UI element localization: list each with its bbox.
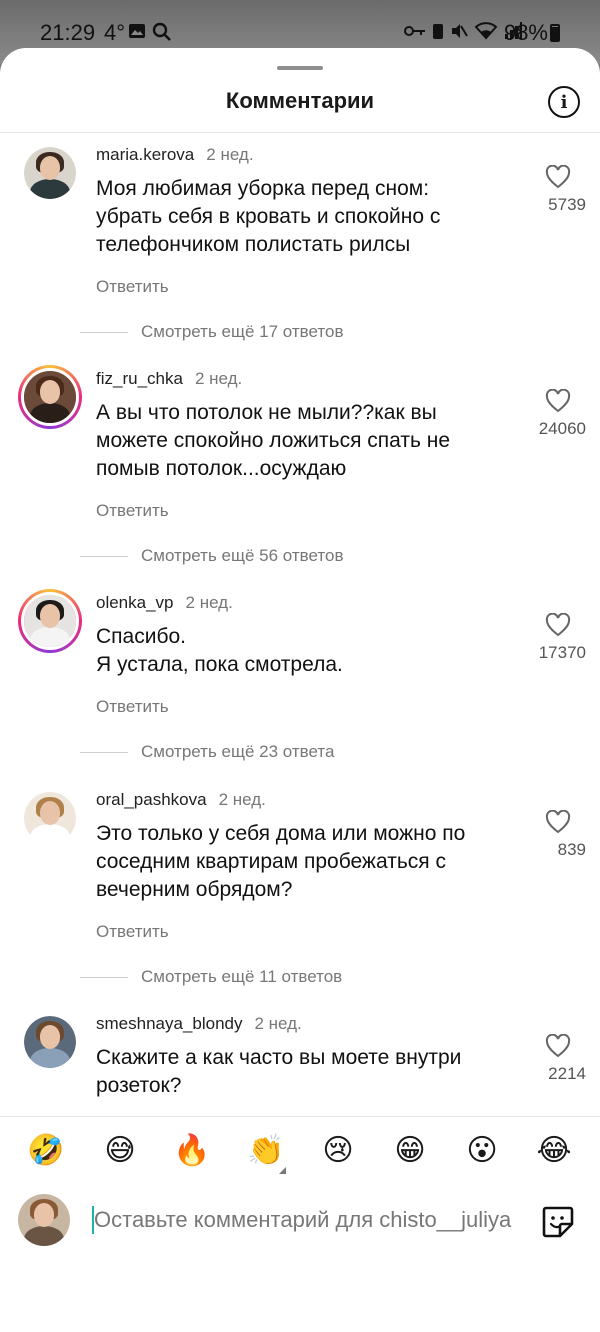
info-icon[interactable]: i [548,86,580,118]
avatar-photo [24,595,76,647]
comment-username[interactable]: olenka_vp [96,593,174,613]
heart-icon[interactable] [540,613,576,643]
search-status-icon [152,22,171,41]
comment-meta: maria.kerova 2 нед. [96,145,254,165]
avatar[interactable] [18,365,82,429]
avatar[interactable] [24,792,76,844]
comment-text: Скажите а как часто вы моете внутри розе… [96,1046,462,1097]
avatar-photo [24,792,76,844]
reply-button[interactable]: Ответить [96,922,169,942]
comments-list[interactable]: maria.kerova 2 нед. Моя любимая уборка пер… [0,133,600,1116]
like-count: 17370 [538,643,586,662]
comment-date: 2 нед. [185,593,233,612]
page-title: Комментарии [225,88,375,113]
like-count: 839 [557,840,586,859]
heart-icon[interactable] [540,389,576,419]
rofl-emoji[interactable]: 🤣 [24,1128,68,1172]
comment-date: 2 нед. [206,145,254,164]
heart-icon[interactable] [540,810,576,840]
comment-item: smeshnaya_blondy 2 нед. Скажите а как част… [0,1002,600,1116]
avatar[interactable] [24,147,76,199]
comment-item: maria.kerova 2 нед. Моя любимая уборка пер… [0,133,600,357]
mute-icon [452,24,468,38]
drag-handle[interactable] [277,66,323,70]
avatar-photo [24,1016,76,1068]
comment-username[interactable]: smeshnaya_blondy [96,1014,242,1034]
heart-icon[interactable] [540,165,576,195]
sticker-icon[interactable] [540,1204,576,1240]
comment-item: olenka_vp 2 нед. Спасибо. Я устала, пока с… [0,581,600,805]
status-icons-left [128,22,172,42]
avatar-photo [24,371,76,423]
heart-icon[interactable] [540,1034,576,1064]
comment-date: 2 нед. [194,369,243,388]
grin-emoji[interactable]: 😁 [388,1128,432,1172]
reply-button[interactable]: Ответить [96,697,169,717]
emoji-quick-bar: 🤣 😅 🔥 👏 😢 😁 😮 😂 [0,1128,600,1176]
battery-icon [550,24,560,42]
reply-button[interactable]: Ответить [96,277,169,297]
comment-meta: smeshnaya_blondy 2 нед. [96,1014,302,1034]
comment-username[interactable]: oral_pashkova [96,790,207,810]
comments-sheet: Комментарии i maria.kerova 2 нед. Моя люби… [0,48,600,1332]
clap-emoji[interactable]: 👏 [244,1128,288,1174]
battery-level: 98% [503,20,548,45]
joy-emoji[interactable]: 😂 [532,1128,576,1172]
comment-input[interactable] [94,1202,522,1238]
skin-tone-indicator [279,1167,286,1174]
battery-saver-icon [433,24,443,39]
crying-emoji[interactable]: 😢 [316,1128,360,1172]
sweat-smile-emoji[interactable]: 😅 [98,1128,142,1172]
fire-emoji[interactable]: 🔥 [170,1128,214,1172]
like-count: 2214 [548,1064,586,1083]
astonished-emoji[interactable]: 😮 [460,1128,504,1172]
more-replies-line [80,752,128,753]
status-time: 21:29 [40,20,96,45]
view-more-replies-button[interactable]: Смотреть ещё 23 ответа [141,742,334,762]
comment-text: Спасибо. Я устала, пока смотрела. [96,625,343,676]
comment-meta: oral_pashkova 2 нед. [96,790,266,810]
like-count: 24060 [538,419,586,438]
comment-date: 2 нед. [218,790,266,809]
comment-text: Моя любимая уборка перед сном: убрать се… [96,177,441,256]
navigation-bar [0,1308,600,1332]
wifi-icon [474,22,498,40]
comment-meta: fiz_ru_chka 2 нед. [96,369,242,389]
comment-item: fiz_ru_chka 2 нед. А вы что потолок не мыл… [0,357,600,581]
view-more-replies-button[interactable]: Смотреть ещё 17 ответов [141,322,343,342]
comment-username[interactable]: fiz_ru_chka [96,369,183,389]
composer-divider [0,1116,600,1117]
reply-button[interactable]: Ответить [96,501,169,521]
comment-date: 2 нед. [254,1014,302,1033]
view-more-replies-button[interactable]: Смотреть ещё 56 ответов [141,546,343,566]
comment-item: oral_pashkova 2 нед. Это только у себя дом… [0,778,600,1002]
like-count: 5739 [548,195,586,214]
avatar[interactable] [18,589,82,653]
more-replies-line [80,977,128,978]
comment-text: А вы что потолок не мыли??как вы можете … [96,401,451,480]
comment-username[interactable]: maria.kerova [96,145,194,165]
comment-text: Это только у себя дома или можно по сосе… [96,822,466,901]
key-icon [404,26,425,36]
more-replies-line [80,332,128,333]
avatar[interactable] [24,1016,76,1068]
status-temperature: 4° [104,20,126,45]
comment-meta: olenka_vp 2 нед. [96,593,233,613]
avatar-photo [24,147,76,199]
gallery-icon [129,24,145,38]
view-more-replies-button[interactable]: Смотреть ещё 11 ответов [141,967,342,987]
more-replies-line [80,556,128,557]
comment-composer [0,1188,600,1258]
my-avatar [18,1194,70,1246]
